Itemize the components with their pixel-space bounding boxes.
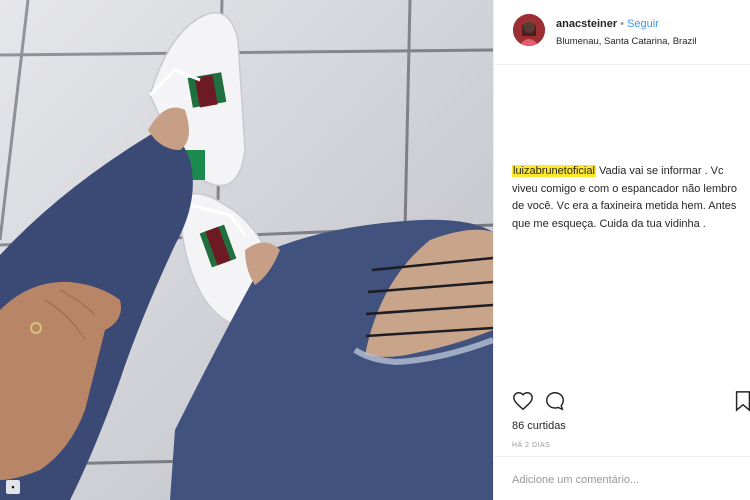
comment: luizabrunetoficial Vadia vai se informar…: [512, 163, 737, 233]
comment-icon[interactable]: [544, 390, 566, 417]
post-timestamp: HÁ 2 DIAS: [512, 442, 551, 449]
username-link[interactable]: anacsteiner: [556, 18, 617, 30]
avatar[interactable]: [513, 14, 545, 46]
post-header: anacsteiner • Seguir Blumenau, Santa Catar…: [494, 0, 750, 65]
separator-dot: •: [620, 18, 625, 30]
heart-icon[interactable]: [512, 390, 534, 417]
comment-author[interactable]: luizabrunetoficial: [512, 165, 596, 177]
follow-button[interactable]: Seguir: [627, 18, 659, 30]
post-photo[interactable]: ▪: [0, 0, 493, 500]
photo-image: [0, 0, 493, 500]
add-comment-input[interactable]: [512, 474, 737, 486]
bookmark-icon[interactable]: [734, 390, 750, 417]
post-sidebar: anacsteiner • Seguir Blumenau, Santa Catar…: [493, 0, 750, 500]
username-row: anacsteiner • Seguir: [556, 18, 659, 30]
likes-count[interactable]: 86 curtidas: [512, 420, 566, 432]
divider: [494, 456, 750, 457]
action-bar: [512, 390, 750, 417]
post-type-icon: ▪: [6, 480, 20, 494]
location-link[interactable]: Blumenau, Santa Catarina, Brazil: [556, 36, 696, 47]
